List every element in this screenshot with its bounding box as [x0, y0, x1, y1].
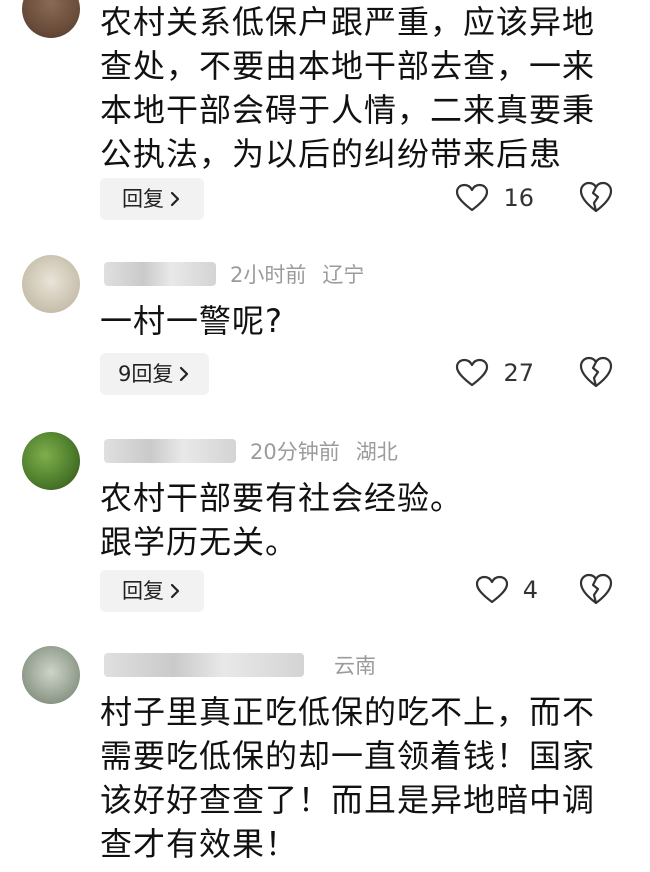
reply-button[interactable]: 回复 — [100, 178, 204, 220]
heart-icon — [455, 183, 489, 213]
reply-button[interactable]: 9回复 — [100, 353, 210, 395]
location: 辽宁 — [322, 263, 365, 287]
like-count: 27 — [503, 359, 534, 387]
like-button[interactable]: 4 — [475, 570, 538, 610]
avatar[interactable] — [22, 432, 80, 490]
comment-meta: 云南 — [104, 648, 376, 682]
location: 湖北 — [355, 440, 398, 464]
reply-label: 9回复 — [118, 362, 174, 386]
dislike-button[interactable] — [578, 355, 614, 391]
chevron-right-icon — [168, 582, 182, 600]
reply-label: 回复 — [122, 579, 164, 603]
comment-meta: 2小时前 辽宁 — [104, 257, 364, 291]
chevron-right-icon — [168, 190, 182, 208]
timestamp: 2小时前 — [230, 263, 307, 287]
broken-heart-icon — [578, 355, 614, 389]
author-name[interactable] — [104, 262, 216, 286]
comment-text: 农村关系低保户跟严重，应该异地查处，不要由本地干部去查，一来本地干部会碍于人情，… — [100, 3, 596, 173]
author-name[interactable] — [104, 439, 236, 463]
timestamp: 20分钟前 — [250, 440, 340, 464]
dislike-button[interactable] — [578, 180, 614, 216]
author-name[interactable] — [104, 653, 304, 677]
like-count: 4 — [522, 576, 538, 604]
reply-label: 回复 — [122, 187, 164, 211]
like-button[interactable]: 27 — [455, 353, 534, 393]
dislike-button[interactable] — [578, 572, 614, 608]
avatar[interactable] — [22, 255, 80, 313]
heart-icon — [475, 575, 509, 605]
comment-meta: 20分钟前 湖北 — [104, 434, 398, 468]
avatar[interactable] — [22, 646, 80, 704]
comment-text: 农村干部要有社会经验。 跟学历无关。 — [100, 479, 464, 561]
avatar[interactable] — [22, 0, 80, 38]
broken-heart-icon — [578, 180, 614, 214]
reply-button[interactable]: 回复 — [100, 570, 204, 612]
comment-text: 一村一警呢? — [100, 302, 283, 340]
like-count: 16 — [503, 184, 534, 212]
comment-text: 村子里真正吃低保的吃不上，而不需要吃低保的却一直领着钱！国家该好好查查了！而且是… — [100, 693, 596, 863]
like-button[interactable]: 16 — [455, 178, 534, 218]
location: 云南 — [334, 654, 376, 678]
broken-heart-icon — [578, 572, 614, 606]
heart-icon — [455, 358, 489, 388]
chevron-right-icon — [177, 365, 191, 383]
